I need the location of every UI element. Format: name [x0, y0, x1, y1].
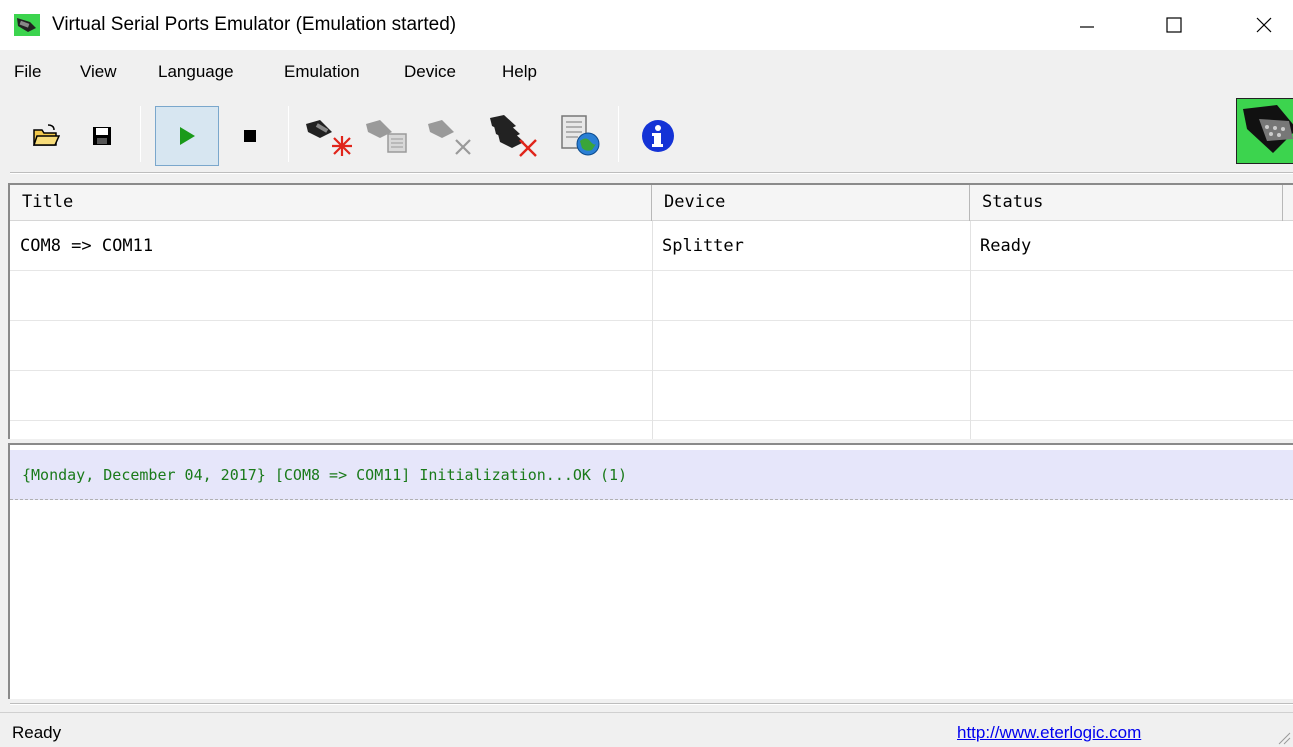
- log-entry: {Monday, December 04, 2017} [COM8 => COM…: [10, 450, 1293, 500]
- maximize-icon: [1166, 17, 1182, 33]
- about-button[interactable]: [630, 106, 686, 166]
- delete-all-devices-icon: [490, 115, 537, 157]
- menu-emulation[interactable]: Emulation: [284, 62, 360, 82]
- close-button[interactable]: [1235, 0, 1293, 50]
- stop-emulation-button[interactable]: [222, 106, 278, 166]
- menu-bar: File View Language Emulation Device Help: [0, 58, 1293, 88]
- website-link[interactable]: http://www.eterlogic.com: [957, 723, 1141, 743]
- app-serial-port-icon: [14, 14, 40, 36]
- table-header: Title Device Status: [10, 185, 1293, 221]
- column-header-title[interactable]: Title: [10, 185, 652, 221]
- minimize-icon: [1080, 26, 1094, 28]
- play-icon: [180, 127, 195, 145]
- save-button[interactable]: [74, 106, 130, 166]
- close-icon: [1256, 17, 1272, 33]
- resize-grip-icon[interactable]: [1275, 729, 1291, 745]
- cell-title: COM8 => COM11: [20, 236, 154, 256]
- app-logo: [1236, 98, 1293, 164]
- info-icon: [642, 120, 674, 152]
- network-settings-button[interactable]: [552, 106, 608, 166]
- window-title: Virtual Serial Ports Emulator (Emulation…: [52, 14, 457, 35]
- serial-port-logo-icon: [1243, 105, 1293, 153]
- toolbar-separator: [140, 106, 141, 162]
- column-divider: [970, 221, 971, 439]
- remove-device-button[interactable]: [422, 106, 478, 166]
- open-folder-icon: [32, 124, 60, 146]
- column-header-status[interactable]: Status: [970, 185, 1283, 221]
- cell-status: Ready: [980, 236, 1032, 256]
- open-button[interactable]: [18, 106, 74, 166]
- edit-device-button[interactable]: [360, 106, 416, 166]
- status-divider: [10, 703, 1293, 705]
- create-device-icon: [306, 120, 352, 156]
- toolbar-separator: [618, 106, 619, 162]
- start-emulation-button[interactable]: [155, 106, 219, 166]
- toolbar: [0, 96, 1293, 174]
- toolbar-divider: [10, 172, 1293, 174]
- save-icon: [93, 127, 111, 145]
- title-bar: Virtual Serial Ports Emulator (Emulation…: [0, 0, 1293, 50]
- edit-device-icon: [366, 120, 407, 153]
- minimize-button[interactable]: [1058, 0, 1116, 50]
- menu-view[interactable]: View: [80, 62, 117, 82]
- menu-file[interactable]: File: [14, 62, 41, 82]
- column-divider: [652, 221, 653, 439]
- column-header-device[interactable]: Device: [652, 185, 970, 221]
- toolbar-separator: [288, 106, 289, 162]
- maximize-button[interactable]: [1145, 0, 1203, 50]
- stop-icon: [244, 130, 256, 142]
- devices-table[interactable]: Title Device Status COM8 => COM11 Splitt…: [8, 183, 1293, 439]
- status-text: Ready: [12, 723, 62, 742]
- status-bar: Ready http://www.eterlogic.com: [0, 712, 1293, 747]
- menu-help[interactable]: Help: [502, 62, 537, 82]
- menu-device[interactable]: Device: [404, 62, 456, 82]
- log-panel[interactable]: {Monday, December 04, 2017} [COM8 => COM…: [8, 443, 1293, 699]
- remove-all-devices-button[interactable]: [486, 106, 542, 166]
- menu-language[interactable]: Language: [158, 62, 234, 82]
- create-device-button[interactable]: [300, 106, 356, 166]
- cell-device: Splitter: [662, 236, 744, 256]
- network-settings-icon: [561, 115, 600, 156]
- delete-device-icon: [428, 120, 471, 155]
